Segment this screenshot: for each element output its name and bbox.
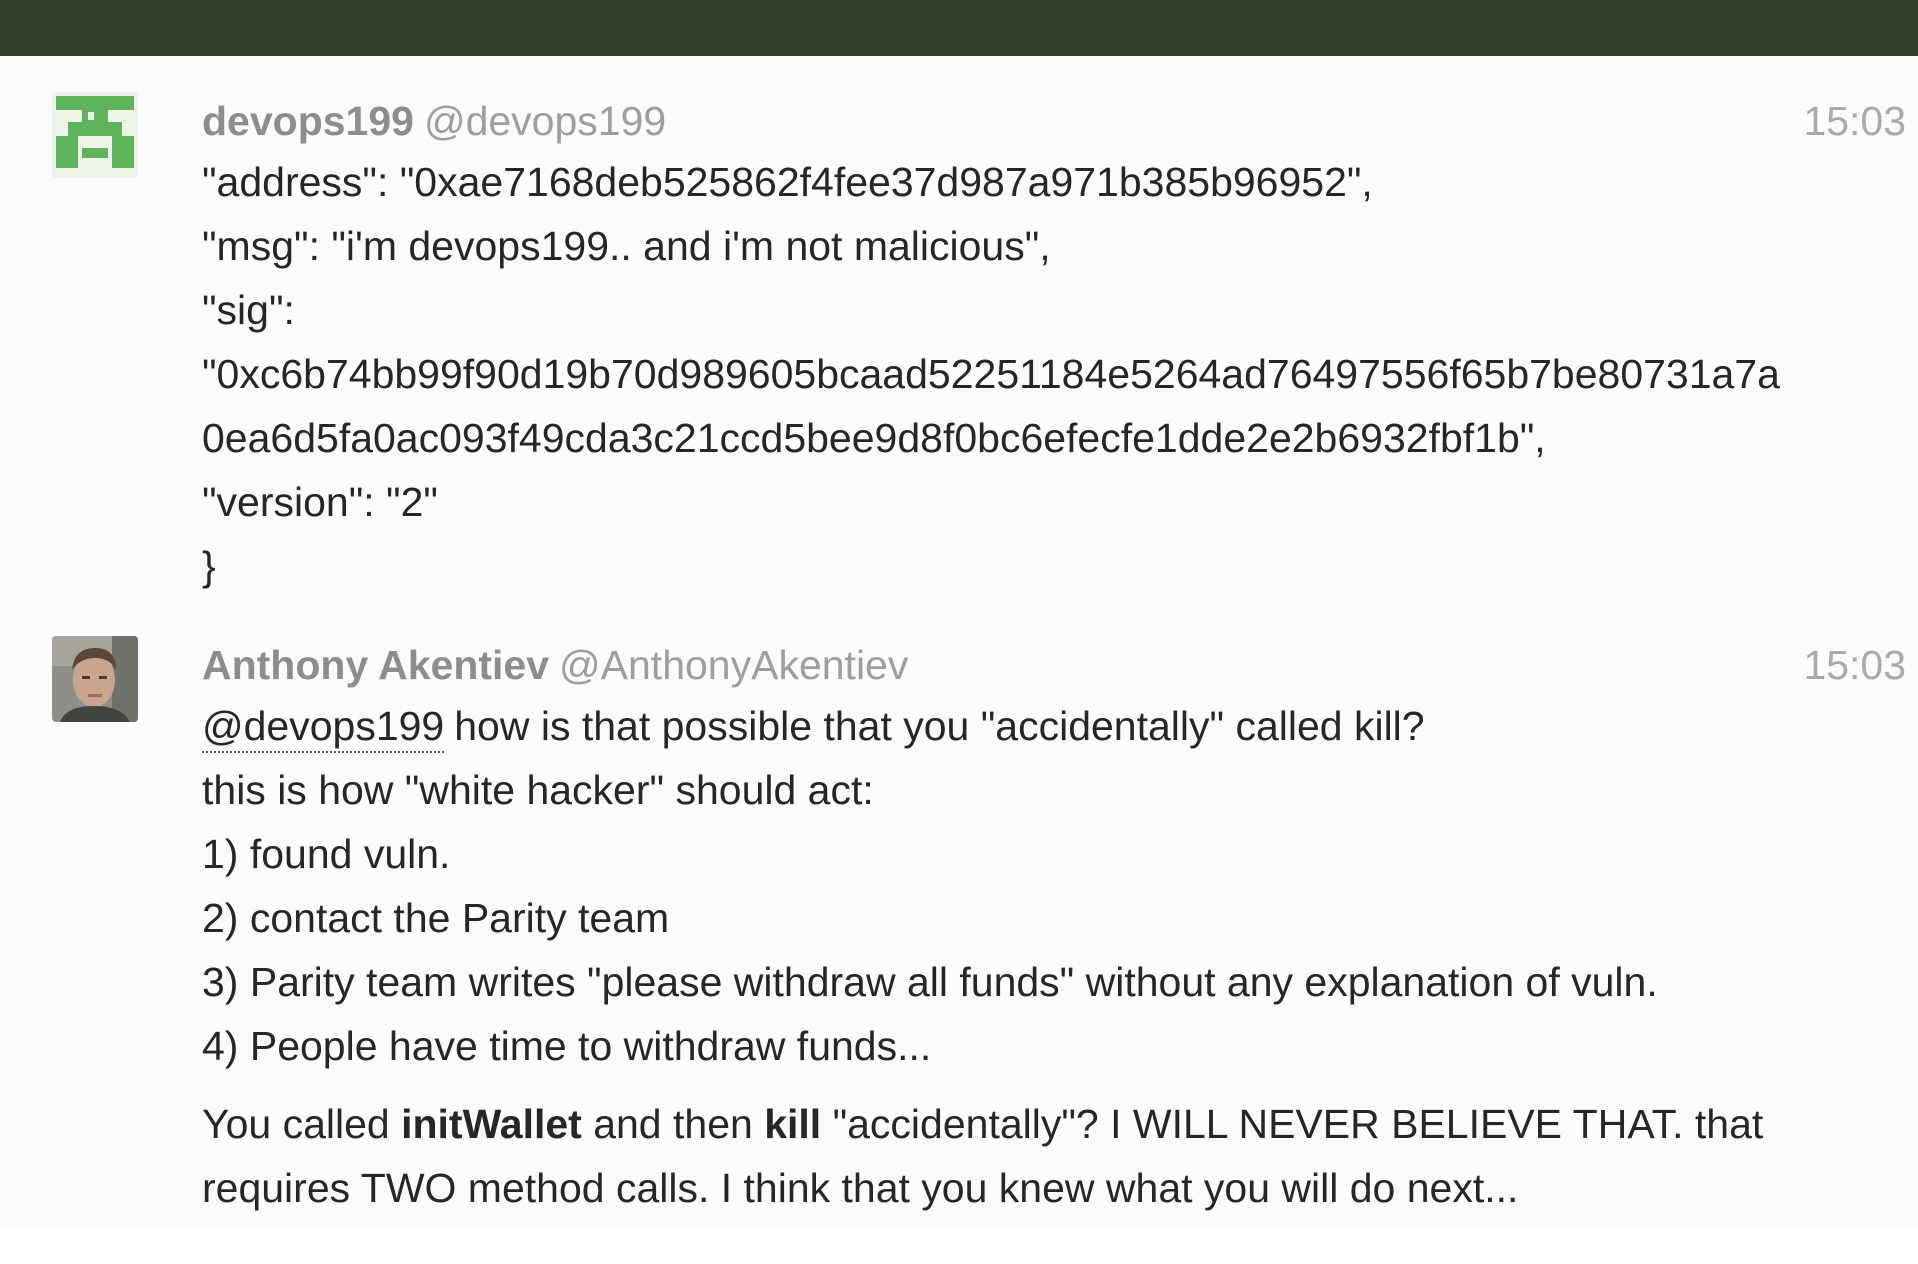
timestamp: 15:03: [1803, 98, 1906, 144]
bold-text: initWallet: [401, 1101, 582, 1147]
user-handle[interactable]: @devops199: [424, 98, 666, 144]
message-line: 4) People have time to withdraw funds...: [202, 1023, 932, 1069]
message-line: 0ea6d5fa0ac093f49cda3c21ccd5bee9d8f0bc6e…: [202, 415, 1546, 461]
message-line: "msg": "i'm devops199.. and i'm not mali…: [202, 223, 1051, 269]
message-body: devops199 @devops199 "address": "0xae7168…: [202, 92, 1852, 598]
message-text: You called: [202, 1101, 402, 1147]
username[interactable]: devops199: [202, 98, 414, 144]
identicon-avatar[interactable]: [52, 92, 138, 178]
timestamp: 15:03: [1803, 642, 1906, 688]
message-line: 2) contact the Parity team: [202, 895, 670, 941]
message-body: Anthony Akentiev @AnthonyAkentiev @devops…: [202, 636, 1852, 1220]
user-handle[interactable]: @AnthonyAkentiev: [559, 642, 908, 688]
chat-messages: devops199 @devops199 "address": "0xae7168…: [0, 56, 1918, 1226]
message-line: 3) Parity team writes "please withdraw a…: [202, 959, 1658, 1005]
message-text: how is that possible that you "accidenta…: [454, 703, 1425, 749]
message-line: You called initWallet and then kill "acc…: [202, 1092, 1852, 1156]
message-text: "accidentally"? I WILL NEVER BELIEVE THA…: [821, 1101, 1764, 1147]
message-line: "version": "2": [202, 479, 438, 525]
message-line: @devops199 how is that possible that you …: [202, 694, 1852, 758]
message-header: Anthony Akentiev @AnthonyAkentiev: [202, 636, 1852, 694]
message-line: requires TWO method calls. I think that …: [202, 1165, 1519, 1211]
message-line: "sig":: [202, 287, 295, 333]
message-line: 1) found vuln.: [202, 831, 451, 877]
user-photo-avatar[interactable]: [52, 636, 138, 722]
message-line: "0xc6b74bb99f90d19b70d989605bcaad5225118…: [202, 351, 1780, 397]
message-line: }: [202, 543, 216, 589]
message-text: and then: [581, 1101, 765, 1147]
username[interactable]: Anthony Akentiev: [202, 642, 549, 688]
mention-link[interactable]: @devops199: [202, 703, 445, 753]
message-line: this is how "white hacker" should act:: [202, 767, 874, 813]
message-line: "address": "0xae7168deb525862f4fee37d987…: [202, 159, 1373, 205]
bold-text: kill: [764, 1101, 822, 1147]
message-header: devops199 @devops199: [202, 92, 1852, 150]
top-bar: [0, 0, 1918, 56]
